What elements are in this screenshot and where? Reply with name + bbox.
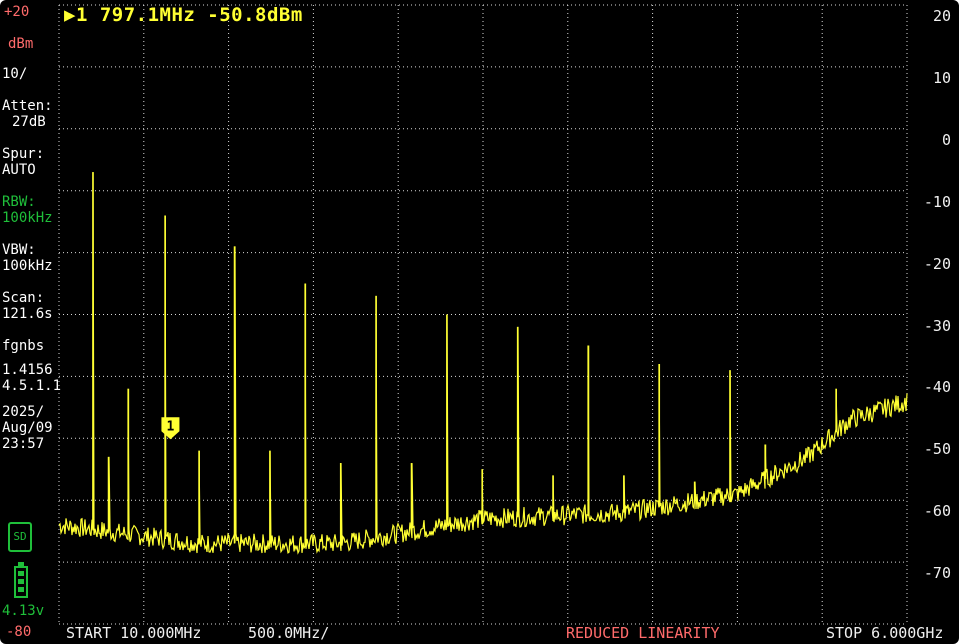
left-status-panel: +20 dBm 10/ Atten: 27dB Spur: AUTO RBW: … [0,0,62,644]
right-axis-tick-label: 0 [941,130,951,149]
date-line-2: Aug/09 [2,420,53,436]
vbw-label: VBW: [2,242,36,258]
reduced-linearity-warning: REDUCED LINEARITY [566,624,720,642]
right-axis-tick-label: 10 [932,68,951,87]
scan-value[interactable]: 121.6s [2,306,53,322]
scale-label[interactable]: 10/ [2,66,27,82]
battery-voltage: 4.13v [2,603,45,619]
rbw-value[interactable]: 100kHz [2,210,53,226]
atten-value[interactable]: 27dB [12,114,46,130]
spur-label: Spur: [2,146,45,162]
ref-level-top[interactable]: +20 [4,4,29,20]
spectrum-analyzer-screen: 1 +20 dBm 10/ Atten: 27dB Spur: AUTO RBW… [0,0,959,644]
battery-icon [14,562,28,598]
right-axis-tick-label: -30 [923,316,951,335]
right-axis-tick-label: -60 [923,502,951,521]
ref-level-bottom[interactable]: -80 [6,624,31,640]
version-line-1: 1.4156 [2,362,53,378]
atten-label: Atten: [2,98,53,114]
right-axis-tick-label: -10 [923,192,951,211]
right-axis-tick-label: -20 [923,254,951,273]
right-axis-tick-label: -70 [923,564,951,583]
stop-frequency[interactable]: STOP 6.000GHz [826,624,943,642]
sd-card-label: SD [13,530,27,543]
sd-card-icon[interactable]: SD [8,522,32,552]
version-line-2: 4.5.1.1 [2,378,62,394]
spectrum-plot: 1 [58,4,908,625]
spur-value[interactable]: AUTO [2,162,36,178]
unit-label[interactable]: dBm [8,36,33,52]
marker-readout[interactable]: ▶1 797.1MHz -50.8dBm [64,4,303,26]
right-axis-tick-label: -50 [923,440,951,459]
marker-1-label: 1 [167,419,175,434]
right-axis-tick-label: -40 [923,378,951,397]
start-frequency[interactable]: START 10.000MHz [66,624,201,642]
right-axis-tick-label: 20 [932,7,951,25]
device-name: fgnbs [2,338,45,354]
time-label: 23:57 [2,436,45,452]
date-line-1: 2025/ [2,404,45,420]
frequency-per-division[interactable]: 500.0MHz/ [248,624,329,642]
scan-label: Scan: [2,290,45,306]
rbw-label: RBW: [2,194,36,210]
vbw-value[interactable]: 100kHz [2,258,53,274]
